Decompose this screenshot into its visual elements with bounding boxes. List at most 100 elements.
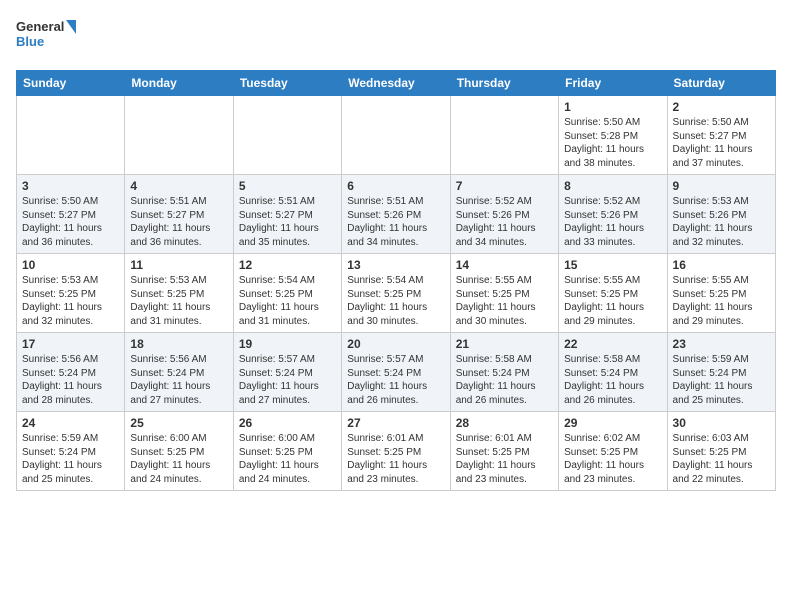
calendar-week-row: 3 Sunrise: 5:50 AM Sunset: 5:27 PM Daylig… bbox=[17, 175, 776, 254]
day-info: Sunrise: 5:58 AM Sunset: 5:24 PM Dayligh… bbox=[456, 353, 553, 407]
calendar-cell bbox=[342, 96, 450, 175]
calendar-cell: 22 Sunrise: 5:58 AM Sunset: 5:24 PM Dayli… bbox=[559, 333, 667, 412]
day-number: 10 bbox=[22, 258, 119, 272]
day-number: 21 bbox=[456, 337, 553, 351]
calendar-cell: 13Sunrise: 5:54 AM Sunset: 5:25 PM Dayli… bbox=[342, 254, 450, 333]
calendar-week-row: 1 Sunrise: 5:50 AM Sunset: 5:28 PM Daylig… bbox=[17, 96, 776, 175]
logo: General Blue bbox=[16, 16, 76, 58]
svg-text:General: General bbox=[16, 19, 64, 34]
day-number: 26 bbox=[239, 416, 336, 430]
day-info: Sunrise: 6:01 AM Sunset: 5:25 PM Dayligh… bbox=[456, 432, 553, 486]
day-info: Sunrise: 6:01 AM Sunset: 5:25 PM Dayligh… bbox=[347, 432, 444, 486]
day-info: Sunrise: 5:55 AM Sunset: 5:25 PM Dayligh… bbox=[564, 274, 661, 328]
calendar-cell: 16 Sunrise: 5:55 AM Sunset: 5:25 PM Dayli… bbox=[667, 254, 775, 333]
calendar-cell: 4 Sunrise: 5:51 AM Sunset: 5:27 PM Daylig… bbox=[125, 175, 233, 254]
day-number: 8 bbox=[564, 179, 661, 193]
day-info: Sunrise: 6:02 AM Sunset: 5:25 PM Dayligh… bbox=[564, 432, 661, 486]
calendar-week-row: 10 Sunrise: 5:53 AM Sunset: 5:25 PM Dayli… bbox=[17, 254, 776, 333]
day-info: Sunrise: 6:00 AM Sunset: 5:25 PM Dayligh… bbox=[130, 432, 227, 486]
calendar-cell: 30Sunrise: 6:03 AM Sunset: 5:25 PM Dayli… bbox=[667, 412, 775, 491]
weekday-header: Tuesday bbox=[233, 71, 341, 96]
day-info: Sunrise: 5:59 AM Sunset: 5:24 PM Dayligh… bbox=[673, 353, 770, 407]
calendar-cell: 1 Sunrise: 5:50 AM Sunset: 5:28 PM Daylig… bbox=[559, 96, 667, 175]
calendar-cell: 10 Sunrise: 5:53 AM Sunset: 5:25 PM Dayli… bbox=[17, 254, 125, 333]
day-number: 23 bbox=[673, 337, 770, 351]
day-info: Sunrise: 5:53 AM Sunset: 5:26 PM Dayligh… bbox=[673, 195, 770, 249]
calendar-cell: 20 Sunrise: 5:57 AM Sunset: 5:24 PM Dayli… bbox=[342, 333, 450, 412]
calendar-cell: 7Sunrise: 5:52 AM Sunset: 5:26 PM Daylig… bbox=[450, 175, 558, 254]
day-info: Sunrise: 5:54 AM Sunset: 5:25 PM Dayligh… bbox=[347, 274, 444, 328]
calendar-cell bbox=[450, 96, 558, 175]
day-number: 9 bbox=[673, 179, 770, 193]
day-info: Sunrise: 5:57 AM Sunset: 5:24 PM Dayligh… bbox=[347, 353, 444, 407]
day-number: 12 bbox=[239, 258, 336, 272]
day-number: 27 bbox=[347, 416, 444, 430]
calendar-cell: 9 Sunrise: 5:53 AM Sunset: 5:26 PM Daylig… bbox=[667, 175, 775, 254]
day-number: 16 bbox=[673, 258, 770, 272]
day-number: 25 bbox=[130, 416, 227, 430]
weekday-header: Sunday bbox=[17, 71, 125, 96]
day-number: 29 bbox=[564, 416, 661, 430]
calendar-week-row: 24 Sunrise: 5:59 AM Sunset: 5:24 PM Dayli… bbox=[17, 412, 776, 491]
calendar-cell: 27 Sunrise: 6:01 AM Sunset: 5:25 PM Dayli… bbox=[342, 412, 450, 491]
calendar-cell: 29 Sunrise: 6:02 AM Sunset: 5:25 PM Dayli… bbox=[559, 412, 667, 491]
day-number: 22 bbox=[564, 337, 661, 351]
day-info: Sunrise: 5:50 AM Sunset: 5:27 PM Dayligh… bbox=[22, 195, 119, 249]
day-info: Sunrise: 5:58 AM Sunset: 5:24 PM Dayligh… bbox=[564, 353, 661, 407]
calendar-cell: 24 Sunrise: 5:59 AM Sunset: 5:24 PM Dayli… bbox=[17, 412, 125, 491]
calendar-cell bbox=[125, 96, 233, 175]
calendar-cell: 15Sunrise: 5:55 AM Sunset: 5:25 PM Dayli… bbox=[559, 254, 667, 333]
weekday-header: Monday bbox=[125, 71, 233, 96]
day-number: 5 bbox=[239, 179, 336, 193]
day-info: Sunrise: 5:52 AM Sunset: 5:26 PM Dayligh… bbox=[564, 195, 661, 249]
calendar-cell: 25 Sunrise: 6:00 AM Sunset: 5:25 PM Dayli… bbox=[125, 412, 233, 491]
day-number: 20 bbox=[347, 337, 444, 351]
calendar-cell: 28 Sunrise: 6:01 AM Sunset: 5:25 PM Dayli… bbox=[450, 412, 558, 491]
calendar-cell: 17 Sunrise: 5:56 AM Sunset: 5:24 PM Dayli… bbox=[17, 333, 125, 412]
calendar-cell: 6 Sunrise: 5:51 AM Sunset: 5:26 PM Daylig… bbox=[342, 175, 450, 254]
day-number: 2 bbox=[673, 100, 770, 114]
day-info: Sunrise: 6:00 AM Sunset: 5:25 PM Dayligh… bbox=[239, 432, 336, 486]
day-info: Sunrise: 5:56 AM Sunset: 5:24 PM Dayligh… bbox=[130, 353, 227, 407]
calendar-cell: 3 Sunrise: 5:50 AM Sunset: 5:27 PM Daylig… bbox=[17, 175, 125, 254]
day-number: 18 bbox=[130, 337, 227, 351]
day-number: 14 bbox=[456, 258, 553, 272]
calendar-cell: 18 Sunrise: 5:56 AM Sunset: 5:24 PM Dayli… bbox=[125, 333, 233, 412]
weekday-header: Saturday bbox=[667, 71, 775, 96]
day-number: 17 bbox=[22, 337, 119, 351]
day-number: 19 bbox=[239, 337, 336, 351]
day-info: Sunrise: 5:59 AM Sunset: 5:24 PM Dayligh… bbox=[22, 432, 119, 486]
weekday-header-row: SundayMondayTuesdayWednesdayThursdayFrid… bbox=[17, 71, 776, 96]
day-number: 3 bbox=[22, 179, 119, 193]
calendar-cell bbox=[233, 96, 341, 175]
day-info: Sunrise: 5:50 AM Sunset: 5:27 PM Dayligh… bbox=[673, 116, 770, 170]
day-number: 1 bbox=[564, 100, 661, 114]
day-number: 28 bbox=[456, 416, 553, 430]
day-info: Sunrise: 5:55 AM Sunset: 5:25 PM Dayligh… bbox=[673, 274, 770, 328]
day-info: Sunrise: 5:51 AM Sunset: 5:26 PM Dayligh… bbox=[347, 195, 444, 249]
day-info: Sunrise: 5:50 AM Sunset: 5:28 PM Dayligh… bbox=[564, 116, 661, 170]
calendar-cell: 8 Sunrise: 5:52 AM Sunset: 5:26 PM Daylig… bbox=[559, 175, 667, 254]
calendar-cell: 12Sunrise: 5:54 AM Sunset: 5:25 PM Dayli… bbox=[233, 254, 341, 333]
day-number: 4 bbox=[130, 179, 227, 193]
day-info: Sunrise: 5:56 AM Sunset: 5:24 PM Dayligh… bbox=[22, 353, 119, 407]
day-info: Sunrise: 5:51 AM Sunset: 5:27 PM Dayligh… bbox=[239, 195, 336, 249]
day-info: Sunrise: 6:03 AM Sunset: 5:25 PM Dayligh… bbox=[673, 432, 770, 486]
calendar-cell: 2 Sunrise: 5:50 AM Sunset: 5:27 PM Daylig… bbox=[667, 96, 775, 175]
calendar-cell bbox=[17, 96, 125, 175]
calendar-cell: 19 Sunrise: 5:57 AM Sunset: 5:24 PM Dayli… bbox=[233, 333, 341, 412]
day-number: 6 bbox=[347, 179, 444, 193]
day-info: Sunrise: 5:57 AM Sunset: 5:24 PM Dayligh… bbox=[239, 353, 336, 407]
page-header: General Blue bbox=[16, 16, 776, 58]
day-info: Sunrise: 5:51 AM Sunset: 5:27 PM Dayligh… bbox=[130, 195, 227, 249]
day-number: 11 bbox=[130, 258, 227, 272]
day-info: Sunrise: 5:53 AM Sunset: 5:25 PM Dayligh… bbox=[130, 274, 227, 328]
day-info: Sunrise: 5:53 AM Sunset: 5:25 PM Dayligh… bbox=[22, 274, 119, 328]
day-number: 24 bbox=[22, 416, 119, 430]
day-info: Sunrise: 5:55 AM Sunset: 5:25 PM Dayligh… bbox=[456, 274, 553, 328]
calendar-week-row: 17 Sunrise: 5:56 AM Sunset: 5:24 PM Dayli… bbox=[17, 333, 776, 412]
calendar-table: SundayMondayTuesdayWednesdayThursdayFrid… bbox=[16, 70, 776, 491]
weekday-header: Thursday bbox=[450, 71, 558, 96]
weekday-header: Wednesday bbox=[342, 71, 450, 96]
logo-svg: General Blue bbox=[16, 16, 76, 58]
